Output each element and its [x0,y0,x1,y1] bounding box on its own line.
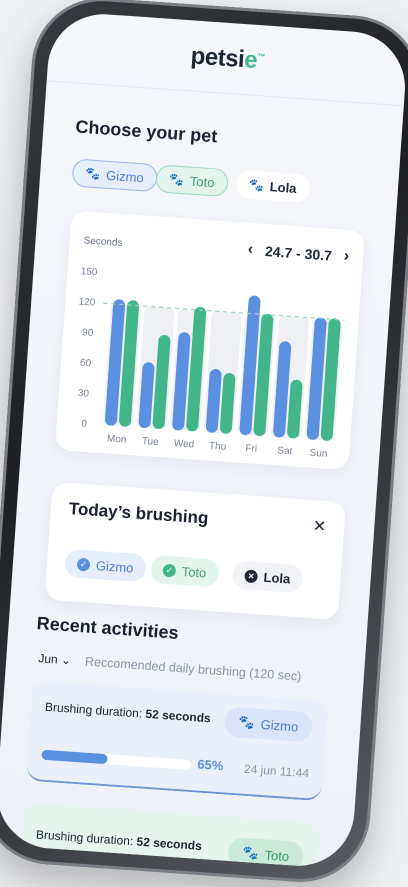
choose-pet-title: Choose your pet [74,116,218,147]
today-chip-lola[interactable]: ✕ Lola [231,560,304,594]
x-tick-label: Sun [309,448,328,460]
header-divider [46,80,404,107]
activity-item-toto[interactable]: Brushing duration: 52 seconds 🐾 Toto [17,802,320,870]
y-tick-label: 150 [80,266,98,278]
y-tick-label: 60 [80,358,92,370]
progress-percent: 65% [196,756,224,774]
y-tick-label: 120 [78,297,96,309]
activity-pet-chip: 🐾 Toto [227,836,305,870]
today-brushing-card: Today’s brushing ✕ ✓ Gizmo ✓ Toto ✕ Lola [44,481,347,620]
activity-timestamp: 24 jun 11:44 [243,761,310,781]
chevron-down-icon: ⌄ [60,652,72,668]
activity-pet-chip: 🐾 Gizmo [223,706,314,743]
x-tick-label: Wed [173,438,194,450]
activity-duration: Brushing duration: 52 seconds [44,699,212,726]
x-tick-label: Mon [107,433,127,445]
paw-icon: 🐾 [242,844,260,862]
today-brushing-title: Today’s brushing [68,498,210,528]
weekly-chart-card: Seconds ‹ 24.7 - 30.7 › 0 30 60 90 120 150 Mon… [54,210,365,471]
y-tick-label: 30 [77,388,89,400]
x-tick-label: Thu [209,441,227,453]
y-tick-label: 0 [81,419,88,430]
paw-icon: 🐾 [84,166,101,182]
today-chip-label: Toto [181,563,207,581]
recommended-hint: Reccomended daily brushing (120 sec) [84,654,302,684]
today-chip-label: Lola [263,569,291,587]
recent-activities-title: Recent activities [36,613,180,643]
pet-chip-label: Toto [189,173,216,190]
paw-icon: 🐾 [168,172,185,188]
app-logo: petsie™ [189,42,266,74]
recent-filter-row: Jun ⌄ Reccomended daily brushing (120 se… [38,651,302,683]
check-icon: ✓ [76,557,91,572]
check-icon: ✓ [162,563,177,578]
y-tick-label: 90 [82,327,94,339]
x-tick-label: Fri [245,443,257,455]
paw-icon: 🐾 [248,177,265,193]
activity-item-gizmo[interactable]: Brushing duration: 52 seconds 🐾 Gizmo 65… [25,680,329,802]
pet-chip-label: Lola [269,178,298,196]
pet-chip-lola[interactable]: 🐾 Lola [234,169,311,203]
app-screen: petsie™ Choose your pet 🐾 Gizmo 🐾 Toto 🐾… [0,10,408,870]
close-icon[interactable]: ✕ [312,516,327,537]
today-chip-label: Gizmo [95,557,135,576]
close-circle-icon: ✕ [244,568,259,583]
pet-chip-toto[interactable]: 🐾 Toto [155,164,229,198]
month-select[interactable]: Jun ⌄ [38,651,72,667]
bar-chart: 0 30 60 90 120 150 Mon Tue Wed Thu Fri Sat Sun [77,266,345,460]
today-chip-toto[interactable]: ✓ Toto [149,554,220,588]
activity-duration: Brushing duration: 52 seconds [35,827,203,854]
x-tick-label: Sat [277,445,293,457]
pet-chip-label: Gizmo [105,167,145,185]
pet-chip-gizmo[interactable]: 🐾 Gizmo [71,158,158,193]
x-tick-label: Tue [142,436,160,448]
today-chip-gizmo[interactable]: ✓ Gizmo [64,548,147,583]
progress-fill [41,749,108,765]
phone-frame: petsie™ Choose your pet 🐾 Gizmo 🐾 Toto 🐾… [0,0,408,887]
brushing-progress-bar [41,749,192,771]
paw-icon: 🐾 [238,714,256,731]
